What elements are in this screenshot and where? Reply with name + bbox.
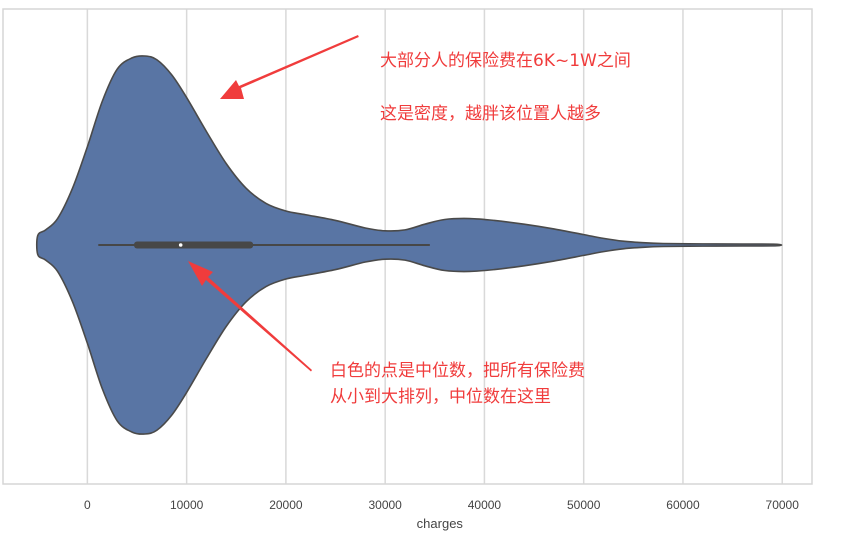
median-point	[178, 243, 183, 247]
arrow-to-peak	[220, 35, 359, 99]
interquartile-box	[134, 241, 254, 249]
annotation-median-line1: 白色的点是中位数，把所有保险费	[330, 361, 585, 381]
x-tick-label: 50000	[567, 498, 601, 512]
x-tick-label: 40000	[468, 498, 502, 512]
annotation-peak-line2: 这是密度，越胖该位置人越多	[380, 104, 601, 124]
annotation-peak-line1: 大部分人的保险费在6K~1W之间	[380, 51, 631, 71]
x-tick-label: 10000	[170, 498, 204, 512]
annotation-median-line2: 从小到大排列，中位数在这里	[330, 387, 551, 407]
x-axis-label: charges	[417, 516, 464, 531]
x-tick-labels: 0 10000 20000 30000 40000 50000 60000 70000	[84, 498, 799, 512]
violin-chart: 0 10000 20000 30000 40000 50000 60000 70000 cha…	[2, 8, 813, 531]
x-tick-label: 0	[84, 498, 91, 512]
x-tick-label: 70000	[766, 498, 800, 512]
x-tick-label: 30000	[368, 498, 402, 512]
x-tick-label: 20000	[269, 498, 303, 512]
x-tick-label: 60000	[666, 498, 700, 512]
